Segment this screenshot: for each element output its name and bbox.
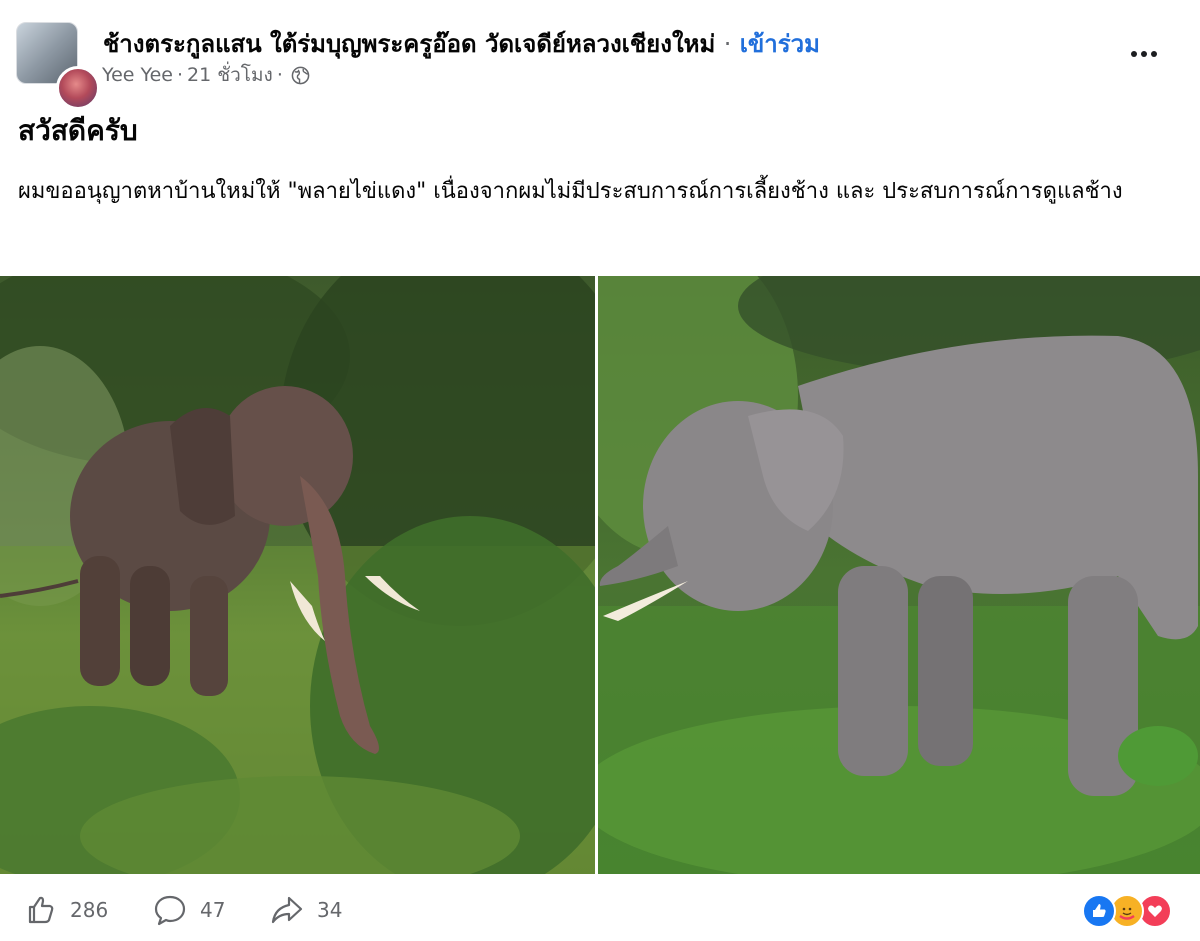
elephant-photo-2-image <box>598 276 1200 874</box>
post-timestamp[interactable]: 21 ชั่วโมง <box>187 60 273 90</box>
more-dot <box>1131 51 1137 57</box>
elephant-photo-2[interactable] <box>598 276 1200 874</box>
post-greeting: สวัสดีครับ <box>18 114 138 147</box>
like-button[interactable]: 286 <box>22 892 108 928</box>
comment-count: 47 <box>200 898 226 922</box>
elephant-photo-1-image <box>0 276 595 874</box>
post-body-text: ผมขออนุญาตหาบ้านใหม่ให้ "พลายไข่แดง" เนื… <box>18 179 1123 204</box>
share-icon <box>271 896 303 924</box>
reactions-summary[interactable] <box>1082 894 1182 930</box>
group-name-link[interactable]: ช้างตระกูลแสน ใต้ร่มบุญพระครูอ๊อด วัดเจด… <box>103 30 715 58</box>
facebook-post: ช้างตระกูลแสน ใต้ร่มบุญพระครูอ๊อด วัดเจด… <box>0 0 1200 941</box>
comment-icon <box>154 895 186 926</box>
globe-icon[interactable] <box>291 66 310 85</box>
comment-button[interactable]: 47 <box>152 892 225 928</box>
author-avatar[interactable] <box>56 66 100 110</box>
post-meta: Yee Yee · 21 ชั่วโมง · <box>102 60 310 90</box>
like-count: 286 <box>70 898 109 922</box>
post-footer: 286 47 34 <box>0 874 1200 941</box>
more-dot <box>1151 51 1157 57</box>
share-button[interactable]: 34 <box>269 892 342 928</box>
share-count: 34 <box>317 898 343 922</box>
more-dot <box>1141 51 1147 57</box>
meta-separator-2: · <box>276 64 283 86</box>
meta-separator: · <box>176 64 184 86</box>
title-separator: · <box>723 30 732 58</box>
more-options-button[interactable] <box>1122 36 1166 72</box>
author-name[interactable]: Yee Yee <box>102 64 173 86</box>
post-header: ช้างตระกูลแสน ใต้ร่มบุญพระครูอ๊อด วัดเจด… <box>0 0 1200 110</box>
elephant-photo-1[interactable] <box>0 276 595 874</box>
join-group-link[interactable]: เข้าร่วม <box>740 30 820 58</box>
like-reaction-icon <box>1082 894 1116 928</box>
group-avatar[interactable] <box>16 22 100 110</box>
thumbs-up-icon <box>28 896 54 924</box>
group-title-line: ช้างตระกูลแสน ใต้ร่มบุญพระครูอ๊อด วัดเจด… <box>103 24 820 63</box>
photo-grid <box>0 276 1200 874</box>
